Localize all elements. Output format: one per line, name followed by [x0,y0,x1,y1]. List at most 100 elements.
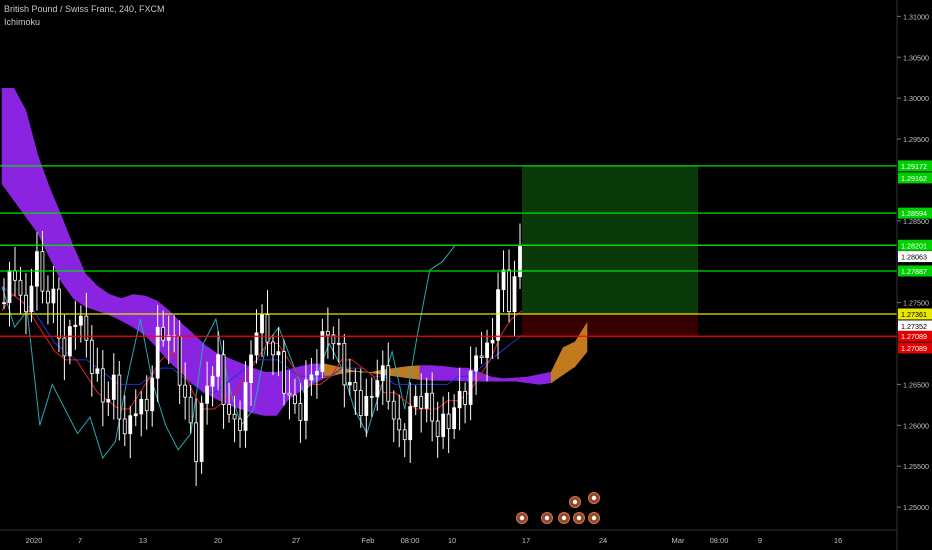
candle-body [441,413,446,437]
event-marker-dot [572,499,578,505]
cloud-segment [1,88,15,202]
candle-body [24,294,28,313]
cloud-segment [431,365,445,381]
candle-body [216,354,220,377]
candle-body [391,400,396,420]
candle-body [161,326,166,341]
time-tick-label: 17 [522,536,530,545]
candle-body [51,288,56,304]
time-tick-label: 16 [834,536,842,545]
candle-body [298,403,303,421]
event-marker-dot [591,495,597,501]
candle-body [397,418,402,431]
price-label: 1.29172 [901,162,927,171]
candle-body [386,365,391,402]
candle-body [78,315,83,326]
time-tick-label: Mar [672,536,685,545]
time-tick-label: 10 [448,536,456,545]
candle-body [18,279,23,296]
profit-zone [522,165,698,314]
candle-body [183,384,188,398]
candle-body [100,368,105,403]
event-marker-dot [591,515,597,521]
candle-body [35,251,39,287]
candle-body [380,365,385,382]
price-tick-label: 1.26500 [903,380,929,389]
candle-body [468,370,473,405]
candle-body [342,342,347,386]
candle-body [463,391,468,405]
price-label: 1.27089 [901,332,927,341]
candle-body [314,371,319,376]
candle-body [413,396,418,407]
candle-body [89,339,94,374]
candle-body [309,374,314,381]
price-label: 1.28063 [901,253,927,262]
candle-body [336,342,341,345]
candle-body [276,351,281,356]
price-tick-label: 1.27500 [903,299,929,308]
candle-body [518,246,522,278]
candle-body [227,404,231,415]
candle-body [320,331,325,372]
candle-body [139,398,144,415]
candle-body [446,413,451,430]
event-marker-dot [519,515,525,521]
price-label: 1.27089 [901,344,927,353]
loss-zone [522,313,698,337]
candle-body [128,415,133,435]
time-tick-label: 27 [292,536,300,545]
price-label: 1.28201 [901,241,927,250]
candle-body [419,396,424,409]
event-marker-dot [544,515,550,521]
chart-background [0,0,932,550]
symbol-title: British Pound / Swiss Franc, 240, FXCM [4,4,165,14]
candle-body [358,390,363,416]
candle-body [479,355,484,358]
time-tick-label: 7 [78,536,82,545]
candle-body [238,418,242,431]
candle-body [194,422,199,462]
candle-body [435,420,440,437]
time-tick-label: 24 [599,536,607,545]
event-marker-dot [561,515,567,521]
candle-body [188,396,193,424]
candle-body [271,341,275,356]
indicator-label[interactable]: Ichimoku [4,17,40,27]
price-tick-label: 1.25000 [903,503,929,512]
candle-body [369,395,374,398]
candle-body [485,342,489,358]
price-tick-label: 1.30000 [903,94,929,103]
candle-body [507,269,511,312]
candle-body [95,368,100,374]
candle-body [430,392,435,422]
time-tick-label: 08:00 [710,536,729,545]
candle-body [155,326,160,379]
candle-body [282,351,286,394]
candle-body [452,407,457,430]
price-label: 1.29162 [901,174,927,183]
candle-body [117,374,122,420]
candle-body [325,331,330,336]
price-tick-label: 1.31000 [903,12,929,21]
candle-body [106,398,111,403]
time-tick-label: Feb [362,536,375,545]
price-chart[interactable]: 1.310001.305001.300001.295001.285001.275… [0,0,932,550]
candle-body [232,413,237,420]
candle-body [496,289,500,341]
candle-body [353,382,358,391]
candle-body [347,382,352,386]
candle-body [408,406,413,441]
time-tick-label: 20 [214,536,222,545]
candle-body [46,290,50,304]
cloud-segment [503,377,516,382]
candle-body [2,302,6,305]
event-marker-dot [576,515,582,521]
candle-body [221,354,226,405]
cloud-segment [264,371,277,416]
candle-body [375,380,380,398]
candle-body [249,354,253,383]
candle-body [122,418,127,435]
candle-body [457,391,462,409]
candle-body [243,382,248,431]
